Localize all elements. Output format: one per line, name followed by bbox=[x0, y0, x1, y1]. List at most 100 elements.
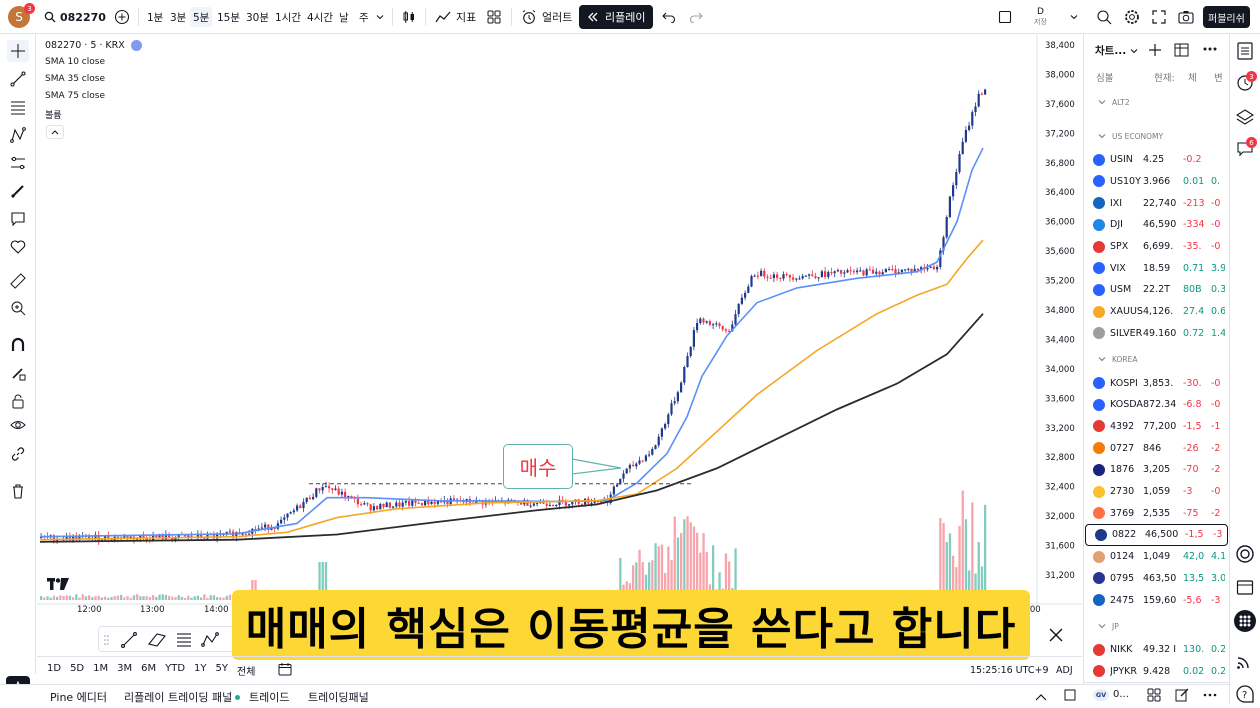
layout-dropdown[interactable] bbox=[1070, 0, 1078, 34]
apps-icon-button[interactable] bbox=[1234, 610, 1256, 632]
interval-6[interactable]: 4시간 bbox=[307, 0, 333, 34]
indicators-button[interactable]: 지표 bbox=[435, 0, 476, 34]
layout-toggle-button[interactable] bbox=[998, 0, 1012, 34]
layouts-grid-button[interactable] bbox=[487, 0, 501, 34]
replay-button[interactable]: 리플레이 bbox=[579, 5, 654, 29]
legend-sma75[interactable]: SMA 75 close bbox=[45, 91, 105, 101]
watchlist-row[interactable]: SILVER 49.160 0.72 1.4 bbox=[1084, 323, 1230, 345]
col-change-pct[interactable]: 변 bbox=[1214, 70, 1223, 84]
symbol-search[interactable]: 082270 bbox=[44, 0, 106, 34]
watchlist-section[interactable]: KOREA bbox=[1084, 349, 1230, 369]
watchlist-row[interactable]: US10Y 3.966 0.01 0. bbox=[1084, 171, 1230, 193]
lock-drawing-tool[interactable] bbox=[7, 362, 29, 384]
range-7[interactable]: 5Y bbox=[216, 663, 228, 678]
watchlist-row[interactable]: SPX 6,699. -35. -0 bbox=[1084, 236, 1230, 258]
watchlist-row[interactable]: 2475 159,60 -5,6 -3 bbox=[1084, 589, 1230, 611]
pattern-tool[interactable] bbox=[7, 124, 29, 146]
watchlist-row[interactable]: NIKK 49.32 I 130. 0.2 bbox=[1084, 639, 1230, 661]
range-4[interactable]: 6M bbox=[141, 663, 156, 678]
interval-3[interactable]: 15분 bbox=[217, 0, 240, 34]
magnet-tool[interactable] bbox=[7, 334, 29, 356]
interval-8[interactable]: 주 bbox=[359, 0, 369, 34]
chats-icon-button[interactable]: 6 bbox=[1236, 137, 1257, 162]
brush-tool[interactable] bbox=[7, 180, 29, 202]
watchlist-icon-button[interactable] bbox=[1236, 42, 1254, 64]
icon-tool[interactable] bbox=[7, 236, 29, 258]
tab-replay-trading-panel[interactable]: 리플레이 트레이딩 패널 bbox=[124, 689, 241, 705]
interval-1[interactable]: 3분 bbox=[170, 0, 186, 34]
chart-pane[interactable]: 38,400 38,000 37,600 37,200 36,800 36,400 36,0… bbox=[37, 34, 1082, 676]
watchlist-row[interactable]: 3769 2,535 -75 -2 bbox=[1084, 503, 1230, 525]
watchlist-section[interactable]: JP bbox=[1084, 616, 1230, 636]
watchlist-row[interactable]: 2730 1,059 -3 -0 bbox=[1084, 481, 1230, 503]
maximize-panel-button[interactable] bbox=[1064, 689, 1076, 704]
tab-trade[interactable]: 트레이드 bbox=[249, 689, 289, 705]
floating-toolbar-icons[interactable] bbox=[99, 627, 239, 653]
crosshair-tool[interactable] bbox=[7, 40, 29, 62]
interval-5[interactable]: 1시간 bbox=[275, 0, 301, 34]
range-2[interactable]: 1M bbox=[93, 663, 108, 678]
range-1[interactable]: 5D bbox=[70, 663, 84, 678]
target-icon-button[interactable] bbox=[1235, 544, 1255, 568]
range-6[interactable]: 1Y bbox=[194, 663, 206, 678]
stream-icon-button[interactable] bbox=[1236, 652, 1254, 674]
text-tool[interactable] bbox=[7, 208, 29, 230]
col-last[interactable]: 현재: bbox=[1154, 70, 1188, 84]
range-5[interactable]: YTD bbox=[165, 663, 185, 678]
interval-0[interactable]: 1분 bbox=[147, 0, 163, 34]
tab-pine-editor[interactable]: Pine 에디터 bbox=[50, 689, 107, 705]
watchlist-section[interactable]: US ECONOMY bbox=[1084, 126, 1230, 146]
quick-search-button[interactable] bbox=[1096, 0, 1112, 34]
compare-button[interactable] bbox=[114, 0, 130, 34]
more-dots-icon[interactable] bbox=[1203, 691, 1217, 699]
watchlist-more-button[interactable] bbox=[1202, 42, 1218, 59]
legend-sma10[interactable]: SMA 10 close bbox=[45, 57, 105, 67]
clock-timezone[interactable]: 15:25:16 UTC+9 bbox=[970, 665, 1049, 676]
visibility-tool[interactable] bbox=[7, 414, 29, 436]
link-tool[interactable] bbox=[7, 443, 29, 465]
legend-collapse-button[interactable] bbox=[46, 125, 64, 139]
alert-button[interactable]: 얼러트 bbox=[521, 0, 572, 34]
watchlist-row[interactable]: USIN 4.25 -0.2 bbox=[1084, 149, 1230, 171]
avatar[interactable]: S 3 bbox=[8, 0, 35, 34]
goto-date-button[interactable] bbox=[278, 662, 292, 679]
settings-button[interactable] bbox=[1124, 0, 1140, 34]
snapshot-button[interactable] bbox=[1178, 0, 1194, 34]
legend-volume[interactable]: 볼륨 bbox=[45, 108, 62, 121]
fib-tool[interactable] bbox=[7, 96, 29, 118]
calendar-icon-button[interactable] bbox=[1236, 578, 1254, 600]
watchlist-layout-button[interactable] bbox=[1174, 42, 1189, 61]
watchlist-row[interactable]: 1876 3,205 -70 -2 bbox=[1084, 459, 1230, 481]
watchlist-row[interactable]: XAUUS 4,126. 27.4 0.6 bbox=[1084, 301, 1230, 323]
collapse-panel-button[interactable] bbox=[1035, 691, 1047, 704]
zoom-tool[interactable] bbox=[7, 297, 29, 319]
watchlist-row[interactable]: DJI 46,590 -334 -0 bbox=[1084, 214, 1230, 236]
undo-button[interactable] bbox=[662, 0, 676, 34]
col-change[interactable]: 체 bbox=[1188, 70, 1214, 84]
projection-tool[interactable] bbox=[7, 152, 29, 174]
close-drawing-toolbar-button[interactable] bbox=[1047, 626, 1065, 644]
footer-symbol-label[interactable]: 0... bbox=[1113, 689, 1129, 700]
range-8[interactable]: 전체 bbox=[237, 663, 255, 678]
col-symbol[interactable]: 심볼 bbox=[1096, 70, 1154, 84]
layers-icon-button[interactable] bbox=[1235, 108, 1255, 130]
delete-tool[interactable] bbox=[7, 480, 29, 502]
measure-tool[interactable] bbox=[7, 270, 29, 292]
legend-sma35[interactable]: SMA 35 close bbox=[45, 74, 105, 84]
watchlist-row[interactable]: 0822 46,500 -1,5 -3 bbox=[1085, 524, 1228, 546]
watchlist-row[interactable]: IXI 22,740 -213 -0 bbox=[1084, 192, 1230, 214]
watchlist-row[interactable]: 0124 1,049 42,0 4.1 bbox=[1084, 546, 1230, 568]
watchlist-title[interactable]: 차트... bbox=[1095, 43, 1138, 58]
interval-7[interactable]: 날 bbox=[339, 0, 349, 34]
watchlist-row[interactable]: VIX 18.59 0.71 3.9 bbox=[1084, 258, 1230, 280]
watchlist-row[interactable]: 4392 77,200 -1,5 -1 bbox=[1084, 416, 1230, 438]
interval-dropdown[interactable] bbox=[376, 0, 384, 34]
watchlist-row[interactable]: JPYKR 9.428 0.02 0.2 bbox=[1084, 661, 1230, 683]
range-0[interactable]: 1D bbox=[47, 663, 61, 678]
alerts-icon-button[interactable]: 3 bbox=[1236, 71, 1257, 96]
tab-trading-panel[interactable]: 트레이딩패널 bbox=[308, 689, 369, 705]
layout-save-button[interactable]: D 저장 bbox=[1034, 0, 1047, 34]
buy-annotation[interactable]: 매수 bbox=[503, 444, 573, 489]
adj-toggle[interactable]: ADJ bbox=[1056, 665, 1073, 676]
trendline-tool[interactable] bbox=[7, 68, 29, 90]
